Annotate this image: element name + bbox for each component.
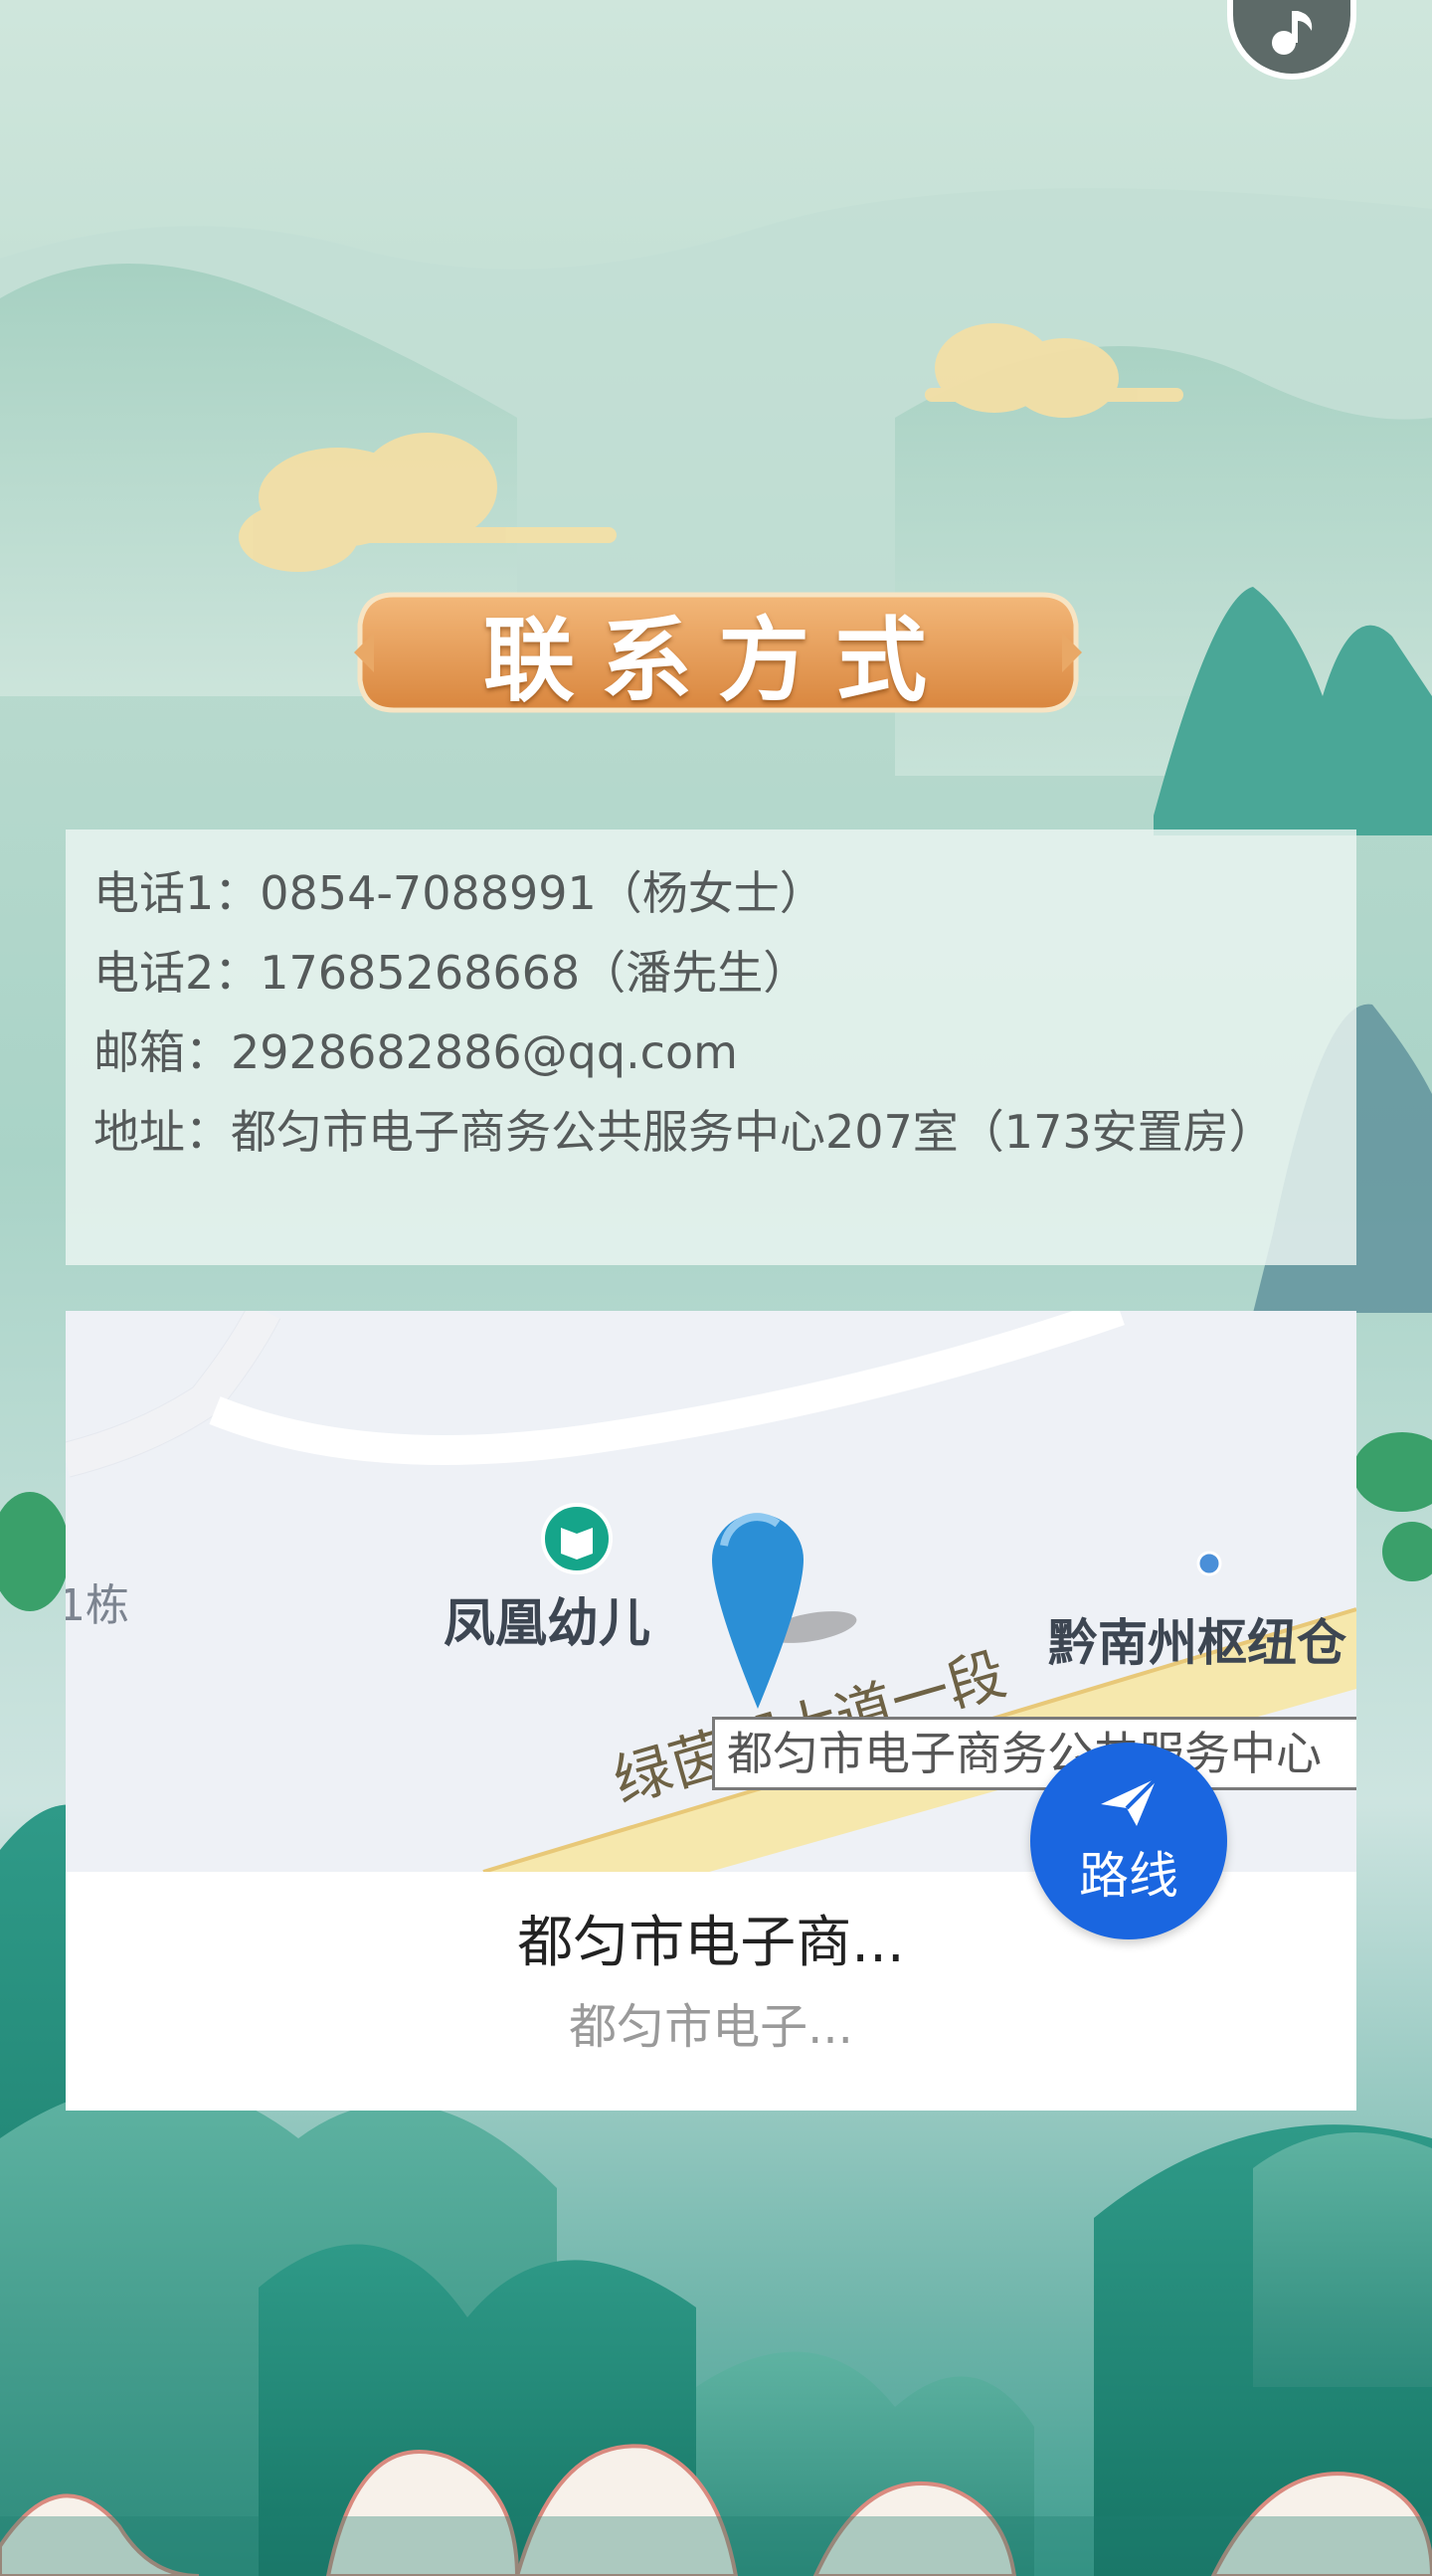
route-button[interactable]: 路线 bbox=[1030, 1743, 1227, 1939]
background-landscape bbox=[0, 188, 1432, 2576]
page-title-banner: 联系方式 bbox=[354, 585, 1082, 720]
page-title: 联系方式 bbox=[482, 607, 953, 714]
map-address-callout: 都匀市电子商务公共服务中心 bbox=[712, 1717, 1356, 1790]
location-pin-icon bbox=[712, 1513, 804, 1709]
navigate-arrow-icon bbox=[1101, 1776, 1159, 1826]
music-note-icon bbox=[1272, 11, 1313, 55]
phone-1[interactable]: 电话1：0854-7088991（杨女士） bbox=[93, 853, 1329, 933]
address: 地址：都匀市电子商务公共服务中心207室（173安置房） bbox=[93, 1105, 1275, 1159]
map-card: 1栋 凤凰幼儿 黔南州枢纽仓 绿茵湖大道一段 都匀市电子商务公共服务中心 路线 … bbox=[66, 1311, 1356, 2111]
place-subtitle: 都匀市电子... bbox=[569, 1999, 853, 2055]
email[interactable]: 邮箱：2928682886@qq.com bbox=[93, 1012, 1329, 1092]
map-label-building: 1栋 bbox=[66, 1580, 129, 1631]
route-button-label: 路线 bbox=[1079, 1847, 1178, 1905]
map-label-kindergarten: 凤凰幼儿 bbox=[444, 1594, 651, 1654]
phone-2[interactable]: 电话2：17685268668（潘先生） bbox=[93, 933, 1329, 1012]
contact-info-card: 电话1：0854-7088991（杨女士） 电话2：17685268668（潘先… bbox=[66, 829, 1356, 1265]
map-label-hub: 黔南州枢纽仓 bbox=[1048, 1614, 1346, 1672]
